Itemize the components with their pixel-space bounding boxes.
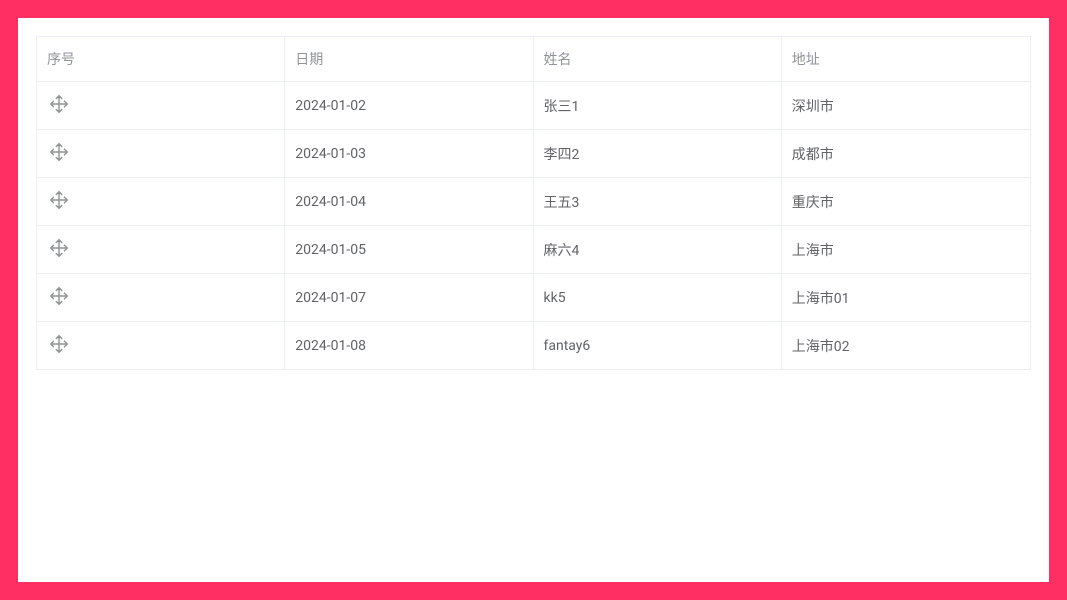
cell-address: 上海市 xyxy=(792,243,834,259)
table-row: 2024-01-04 王五3 重庆市 xyxy=(37,178,1030,226)
cell-address: 上海市01 xyxy=(792,291,850,307)
drag-handle-icon[interactable] xyxy=(47,92,71,116)
cell-date: 2024-01-05 xyxy=(295,242,366,258)
cell-name: fantay6 xyxy=(544,338,591,354)
table-body: 2024-01-02 张三1 深圳市 2024-01-03 李四2 成都市 xyxy=(37,82,1030,369)
cell-name: 李四2 xyxy=(544,147,580,163)
table-row: 2024-01-07 kk5 上海市01 xyxy=(37,274,1030,322)
cell-date: 2024-01-02 xyxy=(295,98,366,114)
cell-date: 2024-01-03 xyxy=(295,146,366,162)
cell-date: 2024-01-07 xyxy=(295,290,366,306)
table-row: 2024-01-05 麻六4 上海市 xyxy=(37,226,1030,274)
cell-address: 上海市02 xyxy=(792,339,850,355)
cell-address: 成都市 xyxy=(792,147,834,163)
drag-handle-icon[interactable] xyxy=(47,236,71,260)
cell-date: 2024-01-08 xyxy=(295,338,366,354)
cell-name: kk5 xyxy=(544,290,566,306)
table-row: 2024-01-02 张三1 深圳市 xyxy=(37,82,1030,130)
header-index: 序号 xyxy=(37,37,285,82)
drag-handle-icon[interactable] xyxy=(47,332,71,356)
data-table: 序号 日期 姓名 地址 2024-01-02 张三1 深圳市 xyxy=(36,36,1031,370)
header-address: 地址 xyxy=(782,37,1030,82)
cell-address: 重庆市 xyxy=(792,195,834,211)
table-row: 2024-01-03 李四2 成都市 xyxy=(37,130,1030,178)
page-container: 序号 日期 姓名 地址 2024-01-02 张三1 深圳市 xyxy=(18,18,1049,582)
cell-name: 王五3 xyxy=(544,195,580,211)
drag-handle-icon[interactable] xyxy=(47,284,71,308)
header-date: 日期 xyxy=(285,37,533,82)
cell-name: 张三1 xyxy=(544,99,580,115)
cell-name: 麻六4 xyxy=(544,243,580,259)
cell-date: 2024-01-04 xyxy=(295,194,366,210)
table-header-row: 序号 日期 姓名 地址 xyxy=(37,37,1030,82)
drag-handle-icon[interactable] xyxy=(47,188,71,212)
cell-address: 深圳市 xyxy=(792,99,834,115)
header-name: 姓名 xyxy=(534,37,782,82)
drag-handle-icon[interactable] xyxy=(47,140,71,164)
table-row: 2024-01-08 fantay6 上海市02 xyxy=(37,322,1030,369)
